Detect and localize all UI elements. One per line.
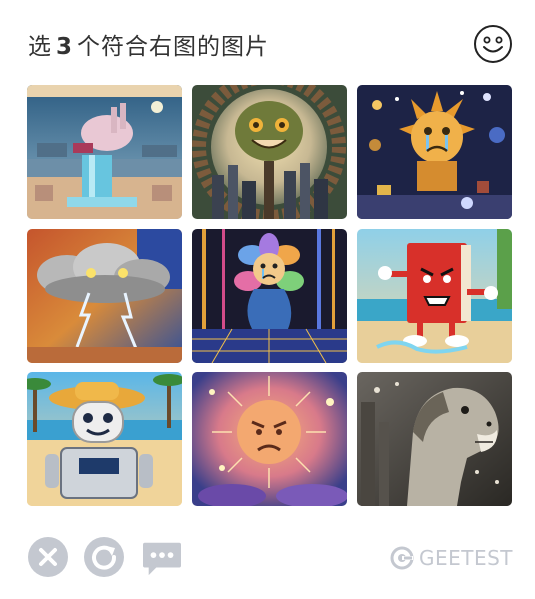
geetest-brand: GEETEST [390, 543, 513, 573]
tile-image-smiling-robot [27, 372, 182, 506]
tile-image-smiling-tree [192, 85, 347, 219]
refresh-button[interactable] [84, 537, 124, 577]
tile-image-angry-sun [192, 372, 347, 506]
tile-image-angry-book [357, 229, 512, 363]
tile-image-crying-sun [357, 85, 512, 219]
image-tile-5[interactable] [192, 229, 347, 363]
tile-image-pixel-bird [27, 85, 182, 219]
image-grid [27, 85, 514, 506]
brand-name: GEETEST [418, 546, 513, 570]
image-tile-9[interactable] [357, 372, 512, 506]
close-button[interactable] [28, 537, 68, 577]
title-prefix: 选 [28, 34, 52, 60]
tile-image-storm-cloud [27, 229, 182, 363]
image-tile-3[interactable] [357, 85, 512, 219]
geetest-logo-icon [390, 546, 414, 570]
title-count: 3 [56, 34, 74, 60]
feedback-icon [143, 542, 181, 576]
captcha-footer: GEETEST [28, 537, 513, 579]
close-icon [28, 537, 68, 577]
refresh-icon [84, 537, 124, 577]
image-tile-4[interactable] [27, 229, 182, 363]
image-tile-7[interactable] [27, 372, 182, 506]
smiley-face-icon [473, 24, 513, 64]
captcha-header: 选 3 个符合右图的图片 [28, 24, 513, 64]
tile-image-laughing-horse [357, 372, 512, 506]
tile-image-crying-flower [192, 229, 347, 363]
image-tile-1[interactable] [27, 85, 182, 219]
image-tile-2[interactable] [192, 85, 347, 219]
title-suffix: 个符合右图的图片 [77, 34, 270, 60]
instruction-title: 选 3 个符合右图的图片 [28, 27, 269, 61]
image-tile-6[interactable] [357, 229, 512, 363]
feedback-button[interactable] [143, 539, 183, 579]
image-tile-8[interactable] [192, 372, 347, 506]
